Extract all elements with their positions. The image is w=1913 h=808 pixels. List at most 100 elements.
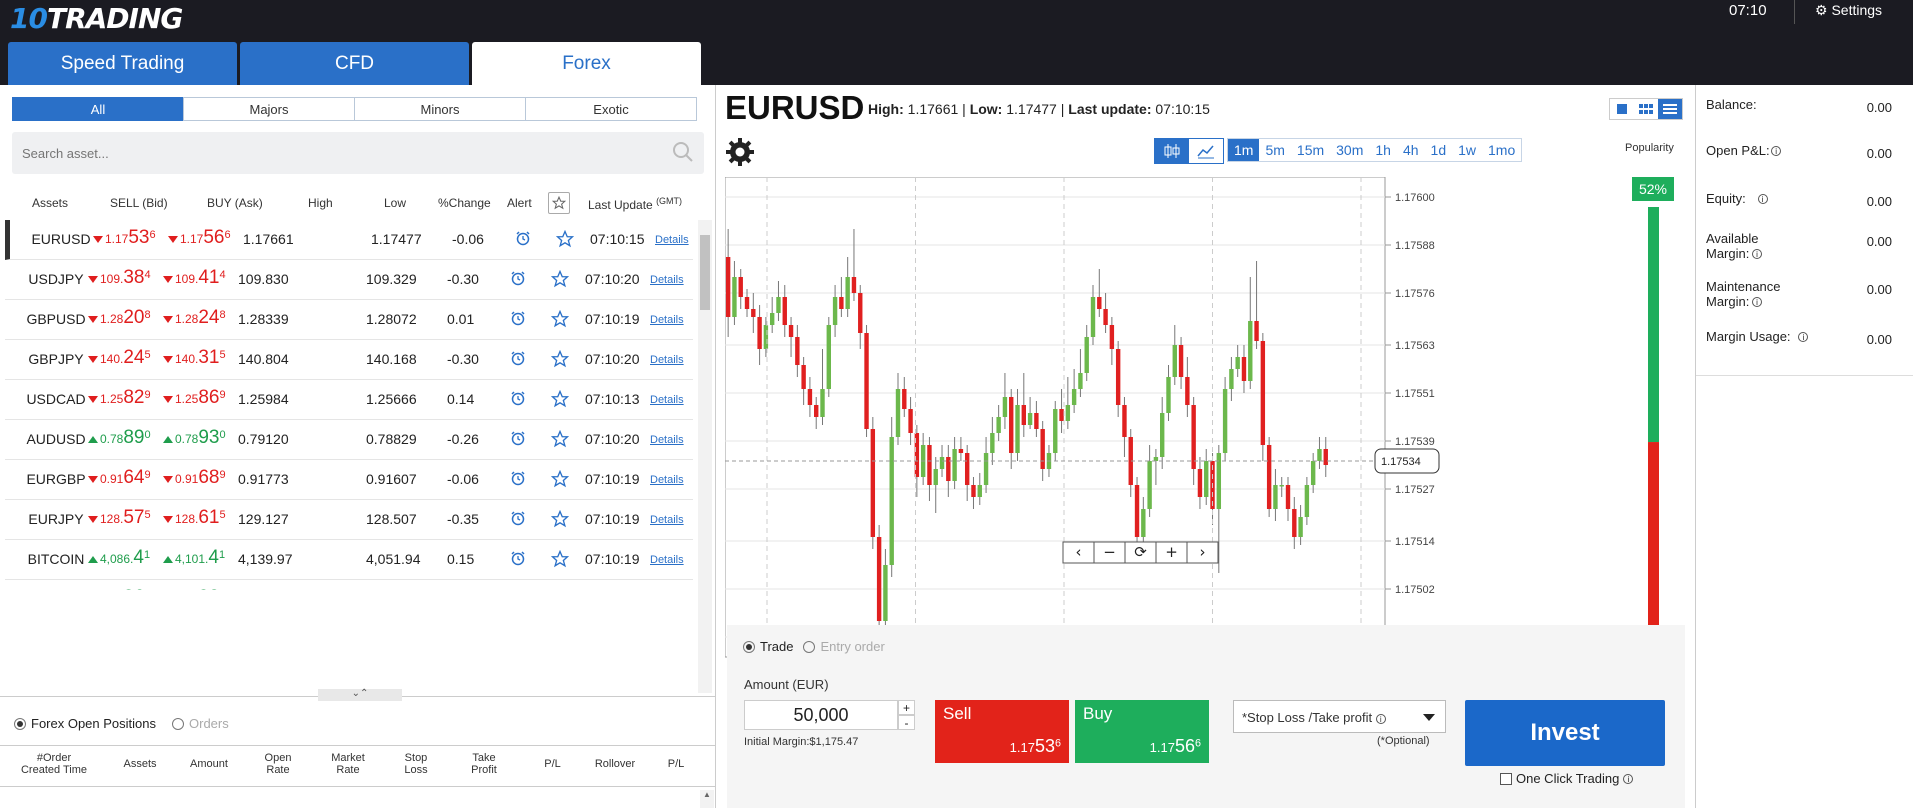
scrollbar[interactable] (698, 220, 712, 693)
filter-tab-majors[interactable]: Majors (183, 97, 355, 121)
period-1m[interactable]: 1m (1228, 139, 1260, 161)
details-link[interactable]: Details (650, 274, 684, 286)
tab-speed-trading[interactable]: Speed Trading (8, 42, 237, 85)
col-high[interactable]: High (308, 196, 333, 210)
resize-handle[interactable]: ⌄⌃ (318, 689, 402, 701)
col-buy[interactable]: BUY (Ask) (207, 196, 263, 210)
table-row[interactable]: EURGBP 0.91649 0.91689 0.91773 0.91607 -0.06 0… (5, 460, 693, 500)
col-low[interactable]: Low (384, 196, 406, 210)
alarm-clock-icon[interactable] (510, 270, 526, 289)
period-1d[interactable]: 1d (1425, 139, 1453, 161)
favorites-filter-button[interactable] (548, 192, 570, 214)
zoom-in-icon[interactable]: + (1155, 541, 1188, 564)
star-icon[interactable] (550, 309, 570, 331)
tab-forex[interactable]: Forex (472, 42, 701, 85)
star-icon[interactable] (550, 509, 570, 531)
alarm-clock-icon[interactable] (515, 230, 531, 249)
alarm-clock-icon[interactable] (510, 310, 526, 329)
alarm-clock-icon[interactable] (510, 550, 526, 569)
filter-tab-exotic[interactable]: Exotic (525, 97, 697, 121)
scrollbar-thumb[interactable] (700, 235, 710, 310)
amount-input[interactable]: 50,000 (744, 700, 898, 730)
details-link[interactable]: Details (650, 394, 684, 406)
col-assets[interactable]: Assets (32, 196, 68, 210)
one-click-trading[interactable]: One Click Trading i (1500, 771, 1634, 786)
positions-scroll-up[interactable]: ▲ (700, 790, 714, 808)
details-link[interactable]: Details (650, 434, 684, 446)
candle-up (1015, 405, 1020, 453)
period-30m[interactable]: 30m (1330, 139, 1369, 161)
table-row[interactable]: AUDUSD 0.78890 0.78930 0.79120 0.78829 -0.26 0… (5, 420, 693, 460)
sell-button[interactable]: Sell 1.17536 (935, 700, 1069, 763)
logo[interactable]: 10TRADING (10, 2, 183, 35)
star-icon[interactable] (550, 469, 570, 491)
table-row[interactable]: BITCOIN 4,086.41 4,101.41 4,139.97 4,051.94 0… (5, 540, 693, 580)
chart-settings-gear-icon[interactable] (725, 137, 755, 167)
zoom-out-icon[interactable]: − (1093, 541, 1126, 564)
alarm-clock-icon[interactable] (510, 510, 526, 529)
period-5m[interactable]: 5m (1259, 139, 1290, 161)
alarm-clock-icon[interactable] (510, 470, 526, 489)
table-row[interactable]: USDCAD 1.25829 1.25869 1.25984 1.25666 0.14 07… (5, 380, 693, 420)
details-link[interactable]: Details (650, 554, 684, 566)
search-input[interactable] (12, 132, 652, 174)
tab-orders[interactable]: Orders (172, 716, 229, 731)
amount-increase-button[interactable]: + (898, 700, 915, 715)
chevron-right-icon[interactable]: › (1186, 541, 1219, 564)
table-row[interactable]: EURUSD 1.17536 1.17566 1.17661 1.17477 -0.06 0… (5, 220, 693, 260)
period-15m[interactable]: 15m (1291, 139, 1330, 161)
layout-single-button[interactable] (1610, 99, 1634, 119)
col-sell[interactable]: SELL (Bid) (110, 196, 168, 210)
stop-loss-take-profit-select[interactable]: *Stop Loss /Take profit i (1233, 700, 1446, 733)
settings-button[interactable]: ⚙ Settings (1815, 2, 1882, 19)
price-chart[interactable]: 1.17600 1.17588 1.17576 1.17563 1.17551 1.175… (725, 177, 1625, 697)
alarm-clock-icon[interactable] (510, 350, 526, 369)
info-icon[interactable]: i (1752, 249, 1762, 259)
line-chart-button[interactable] (1189, 139, 1223, 163)
tab-open-positions[interactable]: Forex Open Positions (14, 716, 156, 731)
info-icon[interactable]: i (1757, 194, 1768, 204)
one-click-checkbox[interactable] (1500, 772, 1512, 785)
layout-list-button[interactable] (1658, 99, 1682, 119)
table-row[interactable]: GBPJPY 140.245 140.315 140.804 140.168 -0.30 0… (5, 340, 693, 380)
period-1w[interactable]: 1w (1452, 139, 1482, 161)
chevron-left-icon[interactable]: ‹ (1062, 541, 1095, 564)
table-row[interactable]: USDCHF0.968620.969020.969800.967650.0207… (5, 580, 693, 590)
details-link[interactable]: Details (650, 514, 684, 526)
details-link[interactable]: Details (655, 234, 689, 246)
amount-decrease-button[interactable]: - (898, 715, 915, 730)
filter-tab-minors[interactable]: Minors (354, 97, 526, 121)
reset-icon[interactable]: ⟳ (1124, 541, 1157, 564)
star-icon[interactable] (550, 349, 570, 371)
mode-entry-order[interactable]: Entry order (803, 639, 885, 654)
table-row[interactable]: EURJPY 128.575 128.615 129.127 128.507 -0.35 0… (5, 500, 693, 540)
alarm-clock-icon[interactable] (510, 390, 526, 409)
search-icon[interactable] (672, 141, 694, 163)
info-icon[interactable]: i (1375, 713, 1386, 724)
alarm-clock-icon[interactable] (510, 430, 526, 449)
filter-tab-all[interactable]: All (12, 97, 184, 121)
mode-trade[interactable]: Trade (743, 639, 793, 654)
details-link[interactable]: Details (650, 474, 684, 486)
period-4h[interactable]: 4h (1397, 139, 1425, 161)
col-change[interactable]: %Change (438, 196, 491, 210)
buy-button[interactable]: Buy 1.17566 (1075, 700, 1209, 763)
table-row[interactable]: USDJPY 109.384 109.414 109.830 109.329 -0.30 0… (5, 260, 693, 300)
info-icon[interactable]: i (1623, 773, 1634, 784)
star-icon[interactable] (550, 269, 570, 291)
details-link[interactable]: Details (650, 314, 684, 326)
tab-cfd[interactable]: CFD (240, 42, 469, 85)
period-1h[interactable]: 1h (1369, 139, 1397, 161)
filter-tabs: All Majors Minors Exotic (12, 97, 697, 121)
star-icon[interactable] (555, 229, 575, 251)
star-icon[interactable] (550, 389, 570, 411)
candles-button[interactable] (1155, 139, 1189, 163)
table-row[interactable]: GBPUSD 1.28208 1.28248 1.28339 1.28072 0.01 07… (5, 300, 693, 340)
details-link[interactable]: Details (650, 354, 684, 366)
layout-grid-button[interactable] (1634, 99, 1658, 119)
star-icon[interactable] (550, 429, 570, 451)
info-icon[interactable]: i (1752, 297, 1762, 307)
invest-button[interactable]: Invest (1465, 700, 1665, 766)
star-icon[interactable] (550, 549, 570, 571)
period-1mo[interactable]: 1mo (1482, 139, 1521, 161)
